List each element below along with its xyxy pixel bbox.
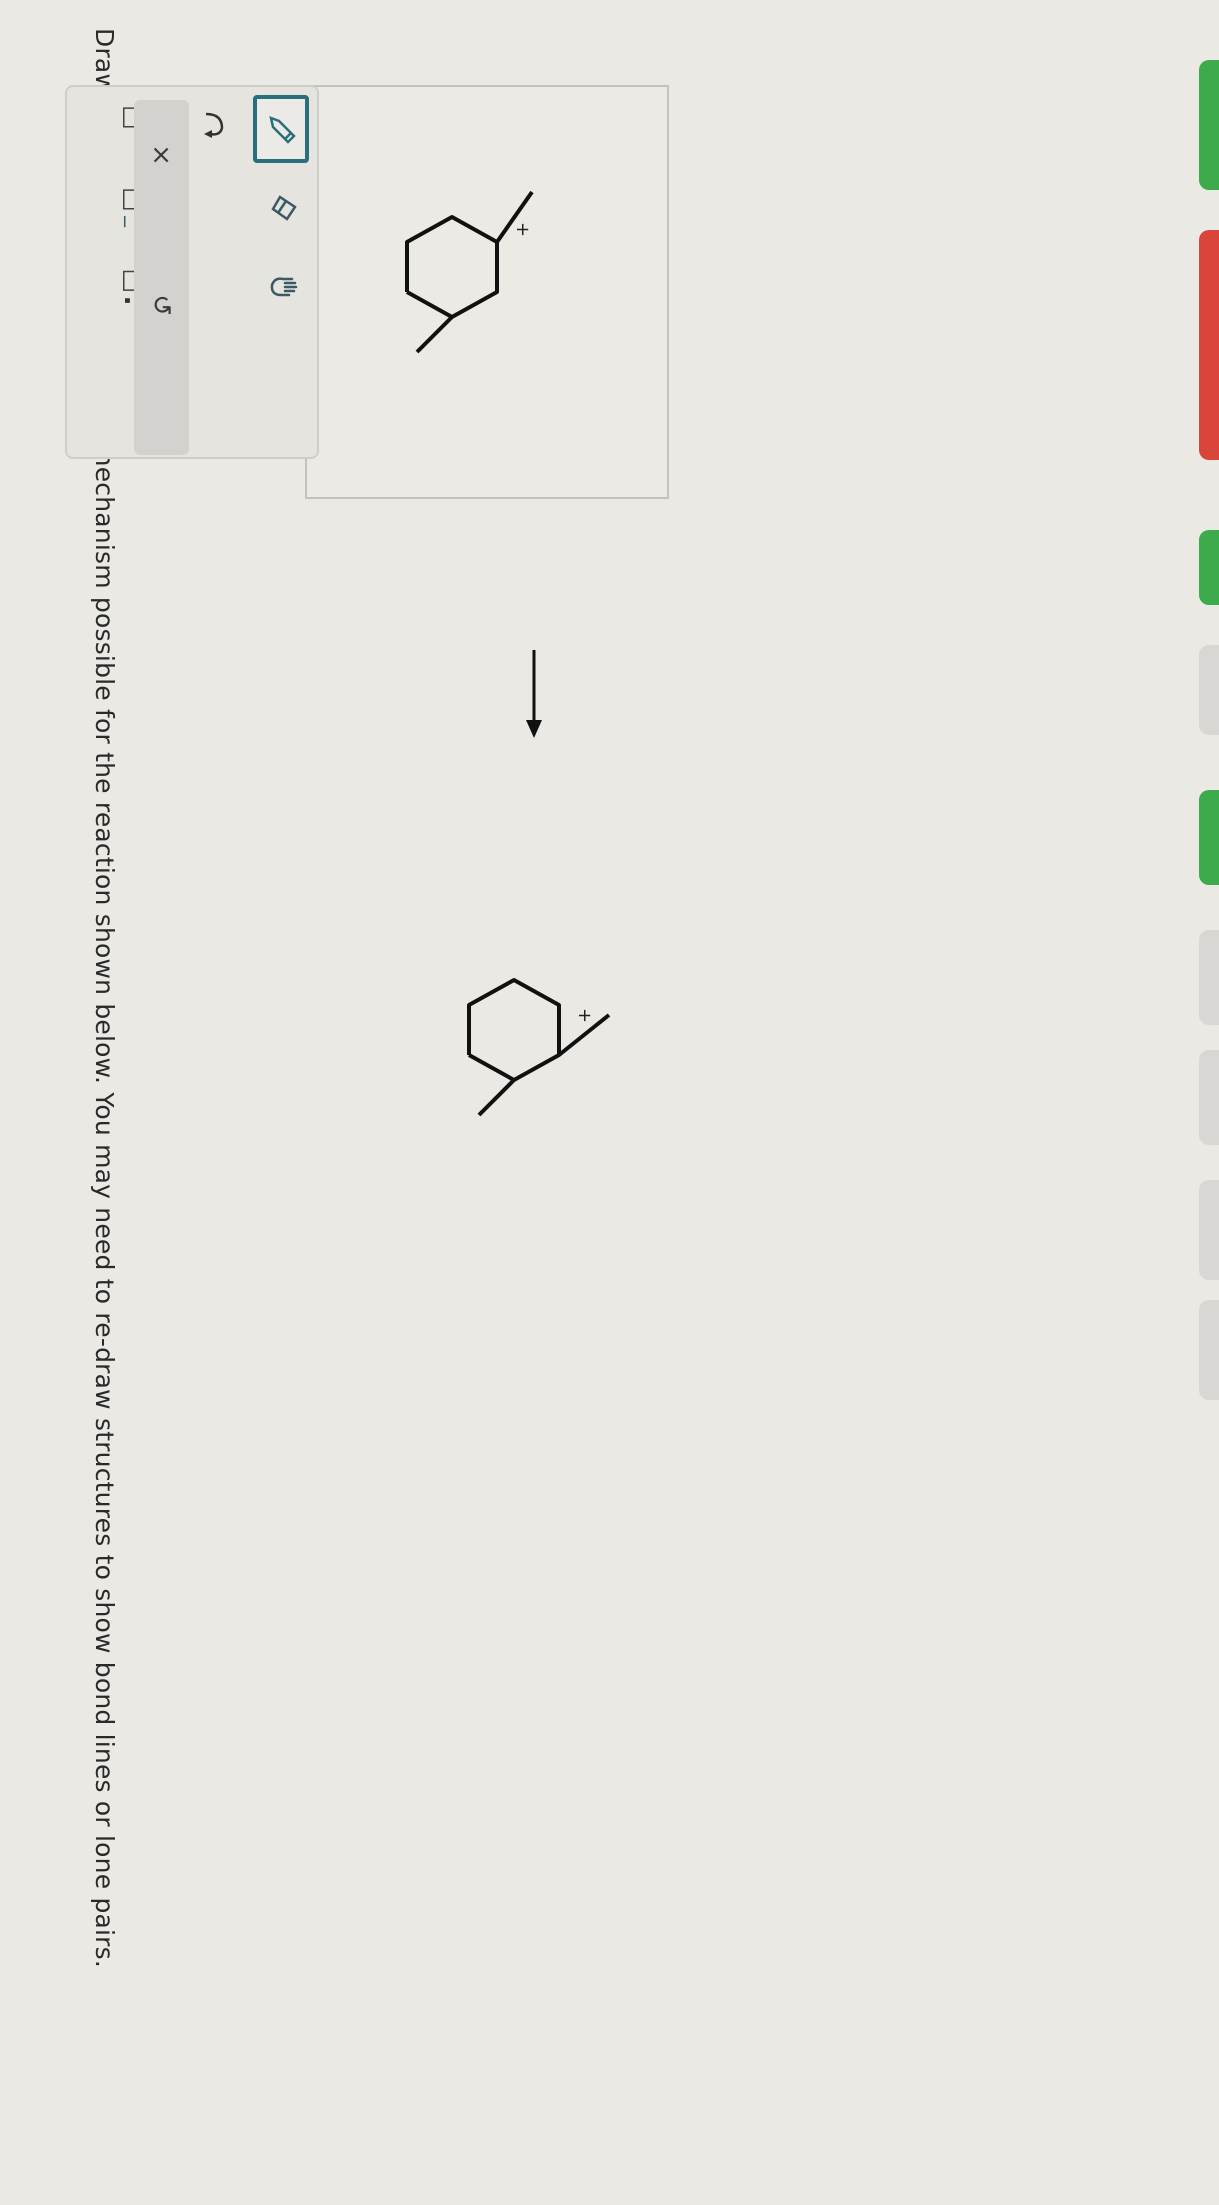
clear-button[interactable]: × <box>141 135 181 175</box>
status-tab-green[interactable] <box>1199 530 1219 605</box>
reactant-charge: + <box>512 222 533 237</box>
status-tab-green[interactable] <box>1199 790 1219 885</box>
reactant-methyl-bond <box>415 315 454 354</box>
status-tab-green[interactable] <box>1199 60 1219 190</box>
close-icon: × <box>146 144 176 166</box>
status-tab-gray[interactable] <box>1199 1180 1219 1280</box>
undo-icon: ↺ <box>146 294 176 316</box>
eraser-tool[interactable] <box>261 177 309 237</box>
eraser-icon <box>271 195 297 221</box>
hand-icon <box>270 277 298 297</box>
hand-tool[interactable] <box>261 257 309 317</box>
pencil-icon <box>269 116 296 144</box>
page: Draw the simplest curved arrow mechanism… <box>0 0 1219 2205</box>
product-ring <box>467 978 561 1082</box>
status-tab-gray[interactable] <box>1199 1050 1219 1145</box>
reactant-ring <box>405 215 499 319</box>
minus-subscript: − <box>114 214 136 230</box>
product-methyl-bond <box>477 1078 516 1117</box>
action-bar: × ↺ <box>134 100 189 455</box>
drawing-canvas[interactable]: + <box>305 85 669 499</box>
status-tab-red[interactable] <box>1199 230 1219 460</box>
product-charge: + <box>574 1008 595 1023</box>
pencil-tool[interactable] <box>253 95 309 163</box>
undo-button[interactable]: ↺ <box>141 285 181 325</box>
curved-arrow-icon <box>204 112 224 138</box>
drawing-toolbar: ☐+ ☐− ☐: <box>65 85 319 459</box>
reactant-structure: + <box>405 190 534 354</box>
status-tab-gray[interactable] <box>1199 645 1219 735</box>
curved-arrow-tool[interactable] <box>189 95 237 155</box>
side-tabs <box>1179 0 1219 2205</box>
reaction-arrow <box>526 650 542 738</box>
status-tab-gray[interactable] <box>1199 1300 1219 1400</box>
status-tab-gray[interactable] <box>1199 930 1219 1025</box>
product-structure: + <box>467 978 611 1117</box>
